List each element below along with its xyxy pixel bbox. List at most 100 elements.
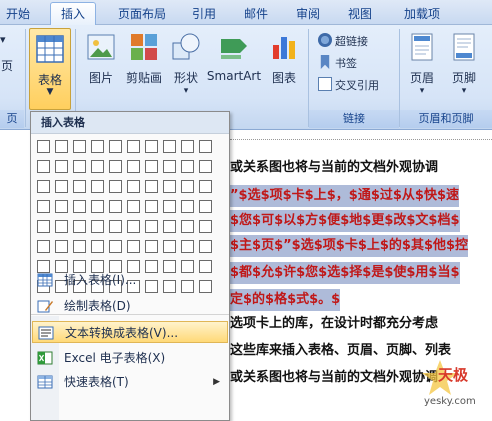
table-grid-cell[interactable] [199,160,212,173]
tab-insert[interactable]: 插入 [50,2,96,26]
menu-item-excel[interactable]: Excel 电子表格(X) [32,347,228,369]
smartart-button[interactable]: SmartArt [206,31,262,83]
table-grid-cell[interactable] [91,240,104,253]
partial-left-button-top[interactable]: ▾ [0,31,6,49]
table-grid-cell[interactable] [127,200,140,213]
table-grid-cell[interactable] [109,200,122,213]
table-grid-cell[interactable] [55,140,68,153]
document-line[interactable]: ”$选$项$卡$上$，$通$过$从$快$速 [230,185,459,207]
tab-home[interactable]: 开始 [0,4,36,24]
table-grid-cell[interactable] [199,140,212,153]
table-grid-cell[interactable] [55,220,68,233]
submenu-arrow-icon: ▶ [213,377,220,387]
table-grid-cell[interactable] [109,140,122,153]
header-button[interactable]: 页眉 ▾ [404,31,440,96]
table-grid-cell[interactable] [37,240,50,253]
table-grid-cell[interactable] [181,240,194,253]
table-grid-cell[interactable] [109,220,122,233]
table-grid-cell[interactable] [37,200,50,213]
table-button-label: 表格 [37,73,62,87]
table-grid-cell[interactable] [181,200,194,213]
partial-left-button[interactable]: 页 [1,57,13,75]
table-grid-cell[interactable] [145,200,158,213]
menu-item-quick-table[interactable]: 快速表格(T) ▶ [32,371,228,393]
table-grid-cell[interactable] [37,140,50,153]
table-grid-cell[interactable] [73,180,86,193]
document-line[interactable]: $主$页$”$选$项$卡$上$的$其$他$控 [230,235,469,257]
document-line[interactable]: 这些库来插入表格、页眉、页脚、列表 [230,340,451,362]
table-grid-cell[interactable] [163,240,176,253]
table-grid-cell[interactable] [91,180,104,193]
table-grid-cell[interactable] [181,180,194,193]
table-grid-cell[interactable] [127,160,140,173]
table-button[interactable]: 表格 ▼ [29,28,71,110]
bookmark-button[interactable]: 书签 [318,55,357,73]
menu-item-label: 绘制表格(D) [64,299,131,313]
table-grid-cell[interactable] [109,180,122,193]
table-grid-cell[interactable] [37,180,50,193]
tab-page-layout[interactable]: 页面布局 [106,4,178,24]
table-grid-cell[interactable] [55,160,68,173]
table-grid-cell[interactable] [181,160,194,173]
tab-review[interactable]: 审阅 [288,4,328,24]
menu-item-label: 快速表格(T) [64,375,129,389]
table-grid-cell[interactable] [163,220,176,233]
table-grid-cell[interactable] [73,140,86,153]
table-grid-cell[interactable] [91,140,104,153]
hyperlink-button[interactable]: 超链接 [318,33,368,51]
table-grid-cell[interactable] [199,200,212,213]
document-line[interactable]: 选项卡上的库，在设计时都充分考虑 [230,313,438,335]
table-grid-cell[interactable] [163,140,176,153]
tab-addins[interactable]: 加载项 [394,4,450,24]
table-grid-cell[interactable] [163,160,176,173]
table-grid-cell[interactable] [73,200,86,213]
table-grid-cell[interactable] [145,220,158,233]
table-grid-cell[interactable] [127,140,140,153]
tab-references[interactable]: 引用 [184,4,224,24]
table-grid-cell[interactable] [73,220,86,233]
table-grid-cell[interactable] [199,180,212,193]
table-grid-cell[interactable] [55,200,68,213]
document-line[interactable]: $您$可$以$方$便$地$更$改$文$档$ [230,210,460,232]
table-grid-cell[interactable] [181,140,194,153]
table-grid-cell[interactable] [109,240,122,253]
menu-item-draw-table[interactable]: 绘制表格(D) [32,295,228,317]
table-grid-cell[interactable] [55,240,68,253]
clipart-button[interactable]: 剪贴画 [122,31,166,86]
menu-item-insert-table[interactable]: 插入表格(I)... [32,269,228,291]
table-grid-cell[interactable] [145,160,158,173]
document-line[interactable]: 定$的$格$式$。$ [230,289,341,311]
menu-item-text-to-table[interactable]: 文本转换成表格(V)... [32,321,228,343]
table-grid-cell[interactable] [145,140,158,153]
table-grid-cell[interactable] [127,240,140,253]
draw-table-icon [37,300,53,313]
table-grid-cell[interactable] [127,220,140,233]
table-grid-cell[interactable] [37,220,50,233]
table-grid-cell[interactable] [163,180,176,193]
table-grid-cell[interactable] [199,220,212,233]
table-grid-cell[interactable] [73,160,86,173]
document-line[interactable]: 或关系图也将与当前的文档外观协调 [230,157,438,179]
table-grid-cell[interactable] [127,180,140,193]
tab-view[interactable]: 视图 [340,4,380,24]
footer-button[interactable]: 页脚 ▾ [446,31,482,96]
cross-reference-button[interactable]: 交叉引用 [318,77,379,95]
table-grid-cell[interactable] [145,240,158,253]
table-grid-cell[interactable] [91,220,104,233]
picture-button[interactable]: 图片 [84,31,118,86]
table-grid-cell[interactable] [91,200,104,213]
document-line[interactable]: $都$允$许$您$选$择$是$使$用$当$ [230,262,460,284]
tab-mailings[interactable]: 邮件 [236,4,276,24]
shapes-button[interactable]: 形状 ▾ [170,31,202,96]
table-grid-cell[interactable] [91,160,104,173]
document-line[interactable]: 或关系图也将与当前的文档外观协调 [230,367,438,389]
table-grid-cell[interactable] [145,180,158,193]
table-grid-cell[interactable] [55,180,68,193]
table-grid-cell[interactable] [109,160,122,173]
table-grid-cell[interactable] [181,220,194,233]
table-grid-cell[interactable] [163,200,176,213]
table-grid-cell[interactable] [73,240,86,253]
table-grid-cell[interactable] [37,160,50,173]
chart-button[interactable]: 图表 [266,31,302,86]
table-grid-cell[interactable] [199,240,212,253]
